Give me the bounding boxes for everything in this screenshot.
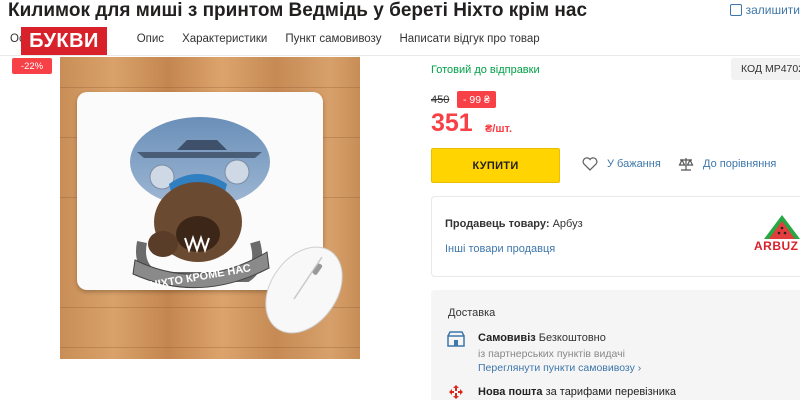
seller-label: Продавець товару: <box>445 218 550 230</box>
bukvy-logo-overlay: БУКВИ <box>21 27 107 55</box>
tab-pickup-point[interactable]: Пункт самовивозу <box>285 33 381 45</box>
price-unit: ₴/шт. <box>485 123 513 135</box>
computer-mouse <box>265 246 343 334</box>
seller-info: Продавець товару: Арбуз <box>445 218 583 230</box>
tab-description[interactable]: Опис <box>137 33 164 45</box>
pickup-option: Самовивіз Безкоштовно <box>478 332 606 344</box>
tab-write-review[interactable]: Написати відгук про товар <box>399 33 539 45</box>
product-title: Килимок для миші з принтом Ведмідь у бер… <box>8 0 588 21</box>
tabs-divider <box>0 55 800 56</box>
pickup-subtitle: із партнерських пунктів видачі <box>478 348 625 360</box>
availability-status: Готовий до відправки <box>431 64 540 76</box>
store-icon <box>447 331 465 347</box>
discount-badge: -22% <box>12 58 52 74</box>
pickup-price: Безкоштовно <box>538 332 606 344</box>
product-code: КОД MP4702 <box>731 58 800 80</box>
product-image[interactable]: НІХТО КРОМЕ НАС <box>60 57 360 359</box>
nova-poshta-terms: за тарифами перевізника <box>545 386 677 398</box>
nova-poshta-icon <box>449 385 463 399</box>
leave-review-link[interactable]: залишити <box>729 3 800 17</box>
add-to-wishlist-button[interactable]: У бажання <box>582 157 661 171</box>
compare-label: До порівняння <box>703 158 777 170</box>
pickup-name: Самовивіз <box>478 332 536 344</box>
old-price: 450 <box>431 94 450 106</box>
current-price: 351 <box>431 109 473 137</box>
comment-icon <box>729 4 742 16</box>
price-difference-badge: - 99 ₴ <box>457 91 496 108</box>
buy-button[interactable]: КУПИТИ <box>431 148 560 183</box>
add-to-compare-button[interactable]: До порівняння <box>678 157 776 171</box>
leave-review-label: залишити <box>745 3 800 17</box>
seller-other-products-link[interactable]: Інші товари продавця <box>445 243 555 255</box>
heart-icon <box>582 157 598 171</box>
seller-card: Продавець товару: Арбуз Інші товари прод… <box>431 196 800 277</box>
view-pickup-points-link[interactable]: Переглянути пункти самовивозу › <box>478 362 641 374</box>
tab-characteristics[interactable]: Характеристики <box>182 33 267 45</box>
wishlist-label: У бажання <box>607 158 661 170</box>
scales-icon <box>678 158 694 171</box>
seller-name: Арбуз <box>552 218 583 230</box>
nova-poshta-name: Нова пошта <box>478 386 543 398</box>
seller-logo-text: ARBUZ <box>754 239 799 253</box>
nova-poshta-option: Нова пошта за тарифами перевізника <box>478 386 676 398</box>
delivery-card: Доставка Самовивіз Безкоштовно із партне… <box>431 290 800 400</box>
delivery-title: Доставка <box>448 307 496 319</box>
